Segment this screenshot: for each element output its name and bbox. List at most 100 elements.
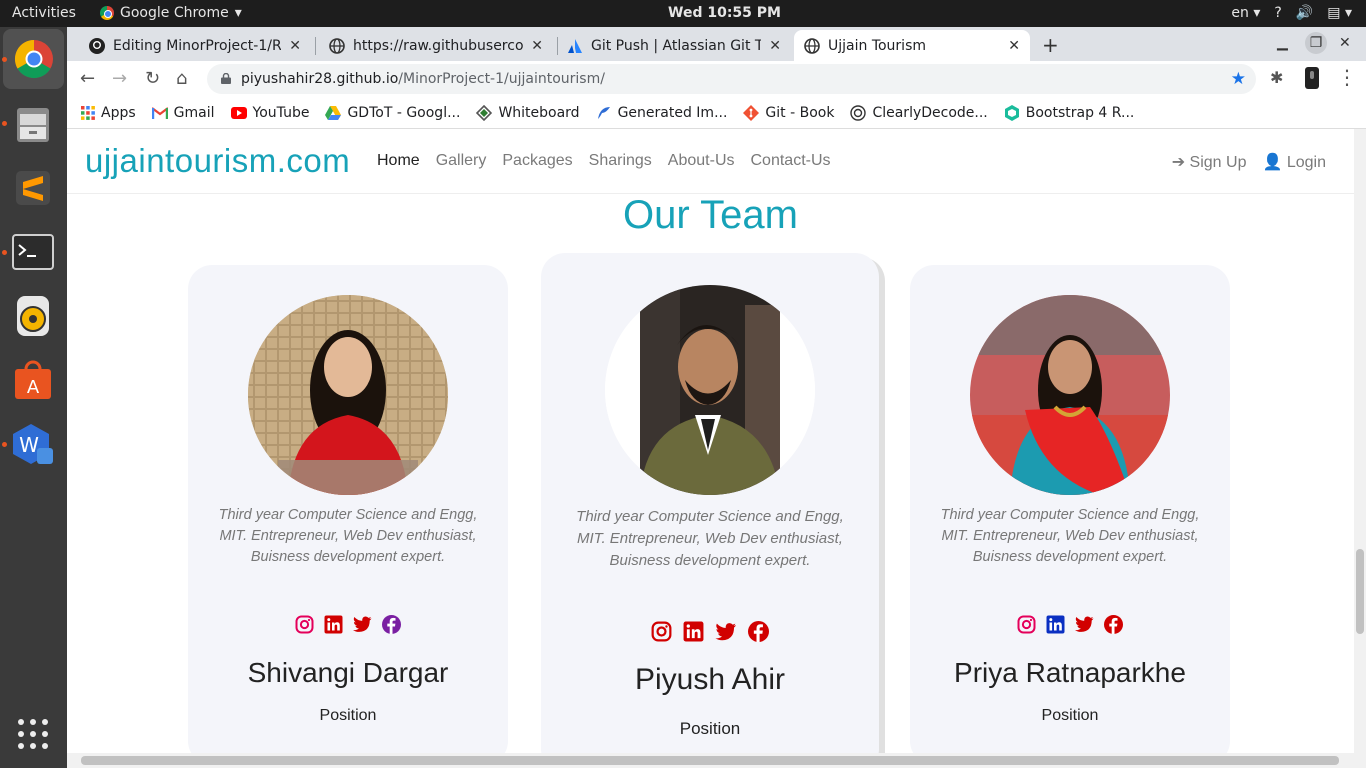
tab-title: https://raw.githubuserco <box>353 37 524 54</box>
login-link[interactable]: 👤 Login <box>1262 152 1326 172</box>
clock[interactable]: Wed 10:55 PM <box>668 5 781 21</box>
instagram-icon[interactable] <box>651 621 672 642</box>
nav-gallery[interactable]: Gallery <box>436 152 487 170</box>
nav-packages[interactable]: Packages <box>502 152 572 170</box>
help-icon[interactable]: ? <box>1274 5 1281 21</box>
site-logo[interactable]: ujjaintourism.com <box>85 142 350 180</box>
team-member-bio: Third year Computer Science and Engg, MI… <box>576 508 844 569</box>
bookmark-label: Bootstrap 4 R... <box>1025 104 1135 121</box>
dock-wps-writer[interactable]: W <box>10 421 56 467</box>
site-nav-links: Home Gallery Packages Sharings About-Us … <box>377 152 831 170</box>
nav-contact-us[interactable]: Contact-Us <box>751 152 831 170</box>
signup-link[interactable]: ➔ Sign Up <box>1172 152 1247 172</box>
instagram-icon[interactable] <box>295 615 314 634</box>
globe-icon <box>804 37 820 54</box>
close-icon[interactable]: ✕ <box>531 38 543 54</box>
show-applications-button[interactable] <box>10 711 56 757</box>
tab-atlassian[interactable]: Git Push | Atlassian Git Tu ✕ <box>557 30 791 61</box>
reload-button[interactable]: ↻ <box>145 68 160 89</box>
bookmark-clearlydecoded[interactable]: ClearlyDecode... <box>850 104 988 121</box>
bookmark-whiteboard[interactable]: Whiteboard <box>476 104 580 121</box>
minimize-button[interactable]: ▁ <box>1277 35 1288 51</box>
dock-terminal[interactable] <box>10 229 56 275</box>
bookmark-gdtot[interactable]: GDToT - Googl... <box>325 105 460 121</box>
twitter-icon[interactable] <box>1075 615 1094 634</box>
extensions-icon[interactable]: ✱ <box>1270 68 1283 87</box>
bookmark-generated-images[interactable]: Generated Im... <box>596 104 728 121</box>
activities-button[interactable]: Activities <box>12 5 76 21</box>
social-links <box>541 621 879 642</box>
bookmark-label: Whiteboard <box>498 104 580 121</box>
scrollbar-thumb[interactable] <box>1356 549 1364 634</box>
bookmark-bootstrap[interactable]: Bootstrap 4 R... <box>1004 104 1135 121</box>
horizontal-scrollbar[interactable] <box>67 753 1366 768</box>
nav-about-us[interactable]: About-Us <box>668 152 735 170</box>
dock-rhythmbox[interactable] <box>10 293 56 339</box>
team-member-bio: Third year Computer Science and Engg, MI… <box>218 507 478 565</box>
tab-ujjain-tourism[interactable]: Ujjain Tourism ✕ <box>794 30 1030 61</box>
user-icon: 👤 <box>1262 154 1283 171</box>
home-icon[interactable]: ⌂ <box>176 68 187 89</box>
address-bar[interactable]: piyushahir28.github.io/MinorProject-1/uj… <box>207 64 1256 94</box>
team-member-bio: Third year Computer Science and Engg, MI… <box>940 507 1200 565</box>
dock-chrome[interactable] <box>3 29 64 89</box>
linkedin-icon[interactable] <box>683 621 704 642</box>
dock-sublime[interactable] <box>10 165 56 211</box>
bookmark-git-book[interactable]: Git - Book <box>743 104 834 121</box>
youtube-icon <box>230 106 247 119</box>
forward-button[interactable]: → <box>112 68 127 89</box>
app-menu[interactable]: Google Chrome ▾ <box>100 5 242 21</box>
close-icon[interactable]: ✕ <box>769 38 781 54</box>
facebook-icon[interactable] <box>1104 615 1123 634</box>
team-member-position: Position <box>319 707 377 724</box>
twitter-icon[interactable] <box>353 615 372 634</box>
facebook-icon[interactable] <box>748 621 769 642</box>
bookmark-youtube[interactable]: YouTube <box>230 105 309 121</box>
dock-software[interactable]: A <box>10 357 56 403</box>
bookmarks-bar: Apps Gmail YouTube GDToT - Googl... Whit… <box>67 97 1366 129</box>
twitter-icon[interactable] <box>715 621 737 642</box>
clipboard-icon[interactable]: ▤ ▾ <box>1327 5 1352 21</box>
menu-kebab-icon[interactable]: ⋮ <box>1337 65 1357 89</box>
profile-icon <box>1305 67 1319 89</box>
url-path: /MinorProject-1/ujjaintourism/ <box>398 71 605 87</box>
system-tray[interactable]: en ▾ ? 🔊 ▤ ▾ <box>1231 5 1352 21</box>
language-indicator[interactable]: en ▾ <box>1231 5 1260 21</box>
profile-avatar[interactable] <box>1305 67 1319 94</box>
maximize-button[interactable]: ❐ <box>1305 32 1327 54</box>
linkedin-icon[interactable] <box>1046 615 1065 634</box>
nav-sharings[interactable]: Sharings <box>589 152 652 170</box>
clearlydecoded-icon <box>850 104 867 121</box>
bookmark-gmail[interactable]: Gmail <box>151 105 215 121</box>
scrollbar-thumb[interactable] <box>81 756 1339 765</box>
bookmark-star-icon[interactable]: ★ <box>1231 69 1246 89</box>
team-card-featured: Third year Computer Science and Engg, MI… <box>541 253 879 753</box>
team-member-name: Priya Ratnaparkhe <box>954 657 1186 688</box>
bookmark-label: Apps <box>101 104 136 121</box>
facebook-icon[interactable] <box>382 615 401 634</box>
close-icon[interactable]: ✕ <box>1008 38 1020 54</box>
bookmark-apps[interactable]: Apps <box>81 105 136 121</box>
close-icon[interactable]: ✕ <box>289 38 301 54</box>
github-icon <box>89 37 105 54</box>
tab-github-editing[interactable]: Editing MinorProject-1/RE ✕ <box>79 30 311 61</box>
bookmark-label: ClearlyDecode... <box>872 104 988 121</box>
running-indicator <box>2 250 7 255</box>
bookmark-label: Generated Im... <box>617 104 728 121</box>
lock-icon <box>221 73 231 84</box>
close-window-button[interactable]: ✕ <box>1339 35 1351 51</box>
linkedin-icon[interactable] <box>324 615 343 634</box>
new-tab-button[interactable]: + <box>1042 33 1059 57</box>
back-button[interactable]: ← <box>80 68 95 89</box>
person-photo-icon <box>248 295 448 495</box>
dock-files[interactable] <box>10 101 56 147</box>
sign-in-arrow-icon: ➔ <box>1171 154 1186 171</box>
tab-raw-github[interactable]: https://raw.githubuserco ✕ <box>319 30 553 61</box>
person-photo-icon <box>605 285 815 495</box>
instagram-icon[interactable] <box>1017 615 1036 634</box>
nav-home[interactable]: Home <box>377 152 420 170</box>
vertical-scrollbar[interactable] <box>1354 129 1366 753</box>
svg-text:W: W <box>19 433 39 457</box>
volume-icon[interactable]: 🔊 <box>1296 5 1313 21</box>
file-cabinet-icon <box>17 108 49 142</box>
